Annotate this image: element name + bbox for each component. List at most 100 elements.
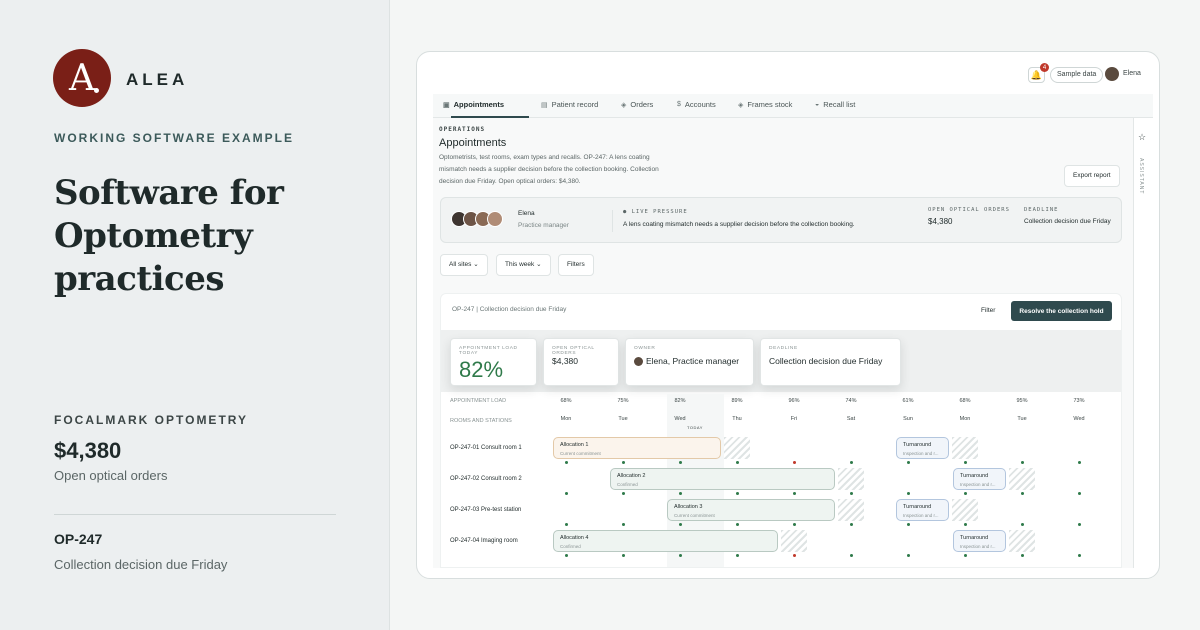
day-label: Tue (1017, 416, 1027, 422)
status-dot (793, 492, 796, 495)
tab-recall-list[interactable]: ◒ Recall list (815, 100, 855, 109)
page-description: Optometrists, test rooms, exam types and… (439, 154, 659, 185)
tab-patient-record[interactable]: ▤ Patient record (541, 100, 598, 109)
box-icon: ◈ (621, 101, 627, 109)
schedule-board: OP-247 | Collection decision due Friday … (440, 293, 1122, 568)
room-row-label: OP-247-02 Consult room 2 (450, 476, 522, 482)
calendar-icon: ▣ (443, 101, 450, 109)
status-dot (679, 554, 682, 557)
status-dot (565, 554, 568, 557)
metric-label: Open optical orders (54, 468, 168, 483)
allocation-bar[interactable]: Allocation 3 Current commitment (667, 499, 835, 521)
turnaround-bar[interactable]: Turnaround Inspection and r... (953, 468, 1006, 490)
status-dot (850, 492, 853, 495)
open-orders-value: $4,380 (928, 217, 953, 226)
day-label: Mon (959, 416, 971, 422)
reference-id: OP-247 (54, 531, 103, 547)
today-marker: TODAY (687, 425, 703, 430)
day-label: Thu (732, 416, 742, 422)
brand-logo: A (53, 49, 111, 107)
company-name: FOCALMARK OPTOMETRY (54, 413, 248, 427)
status-dot (1078, 492, 1081, 495)
status-dot (793, 461, 796, 464)
status-dot (964, 523, 967, 526)
turnaround-bar[interactable]: Turnaround Inspection and r... (896, 437, 949, 459)
status-dot (679, 492, 682, 495)
user-name[interactable]: Elena (1123, 70, 1141, 77)
day-load-pct: 96% (788, 398, 800, 404)
status-dot (736, 523, 739, 526)
day-label: Mon (560, 416, 572, 422)
day-label: Sat (846, 416, 856, 422)
tab-appointments[interactable]: ▣ Appointments (443, 100, 504, 109)
assistant-label: ASSISTANT (1138, 158, 1144, 195)
load-row-label: APPOINTMENT LOAD (450, 398, 507, 404)
sample-data-chip[interactable]: Sample data (1050, 67, 1104, 83)
allocation-bar[interactable]: Allocation 4 Confirmed (553, 530, 778, 552)
dollar-icon: $ (677, 101, 681, 108)
blocked-slot (838, 468, 864, 490)
sites-filter[interactable]: All sites ⌄ (440, 254, 488, 276)
avatar[interactable] (1105, 67, 1119, 81)
tab-orders[interactable]: ◈ Orders (621, 100, 653, 109)
status-dot (793, 523, 796, 526)
status-dot (622, 492, 625, 495)
status-dot (964, 554, 967, 557)
status-dot (907, 554, 910, 557)
section-label: OPERATIONS (439, 126, 486, 133)
status-dot (1078, 523, 1081, 526)
day-load-pct: 68% (959, 398, 971, 404)
tab-frames-stock[interactable]: ◈ Frames stock (738, 100, 792, 109)
brand-name: ALEA (126, 70, 189, 89)
turnaround-bar[interactable]: Turnaround Inspection and r... (953, 530, 1006, 552)
tab-accounts[interactable]: $ Accounts (677, 100, 716, 109)
day-label: Tue (618, 416, 628, 422)
day-load-pct: 95% (1016, 398, 1028, 404)
status-dot (1021, 523, 1024, 526)
day-label: Wed (1073, 416, 1085, 422)
status-dot (622, 461, 625, 464)
inbox-icon: ◒ (815, 101, 820, 108)
export-report-button[interactable]: Export report (1064, 165, 1120, 187)
day-load-pct: 89% (731, 398, 743, 404)
status-dot (565, 461, 568, 464)
status-dot (736, 492, 739, 495)
kpi-card-load: APPOINTMENT LOAD TODAY 82% (450, 338, 537, 386)
turnaround-bar[interactable]: Turnaround Inspection and r... (896, 499, 949, 521)
blocked-slot (1009, 468, 1035, 490)
marketing-panel: A ALEA WORKING SOFTWARE EXAMPLE Software… (0, 0, 390, 630)
divider (612, 210, 613, 232)
blocked-slot (838, 499, 864, 521)
status-dot (850, 523, 853, 526)
day-load-pct: 75% (617, 398, 629, 404)
star-icon[interactable]: ☆ (1138, 132, 1146, 143)
resolve-collection-button[interactable]: Resolve the collection hold (1011, 301, 1112, 321)
day-load-pct: 61% (902, 398, 914, 404)
status-dot (907, 492, 910, 495)
metric-value: $4,380 (54, 438, 122, 463)
document-icon: ▤ (541, 101, 548, 109)
pressure-panel: Elena Practice manager ● LIVE PRESSURE A… (440, 197, 1122, 243)
allocation-bar[interactable]: Allocation 2 Confirmed (610, 468, 835, 490)
status-dot (679, 461, 682, 464)
day-label: Sun (903, 416, 913, 422)
blocked-slot (724, 437, 750, 459)
blocked-slot (952, 499, 978, 521)
filter-link[interactable]: Filter (981, 307, 995, 314)
status-dot (964, 492, 967, 495)
tab-bar: ▣ Appointments ▤ Patient record ◈ Orders $ A… (433, 94, 1153, 118)
day-load-pct: 73% (1073, 398, 1085, 404)
status-dot (736, 554, 739, 557)
blocked-slot (1009, 530, 1035, 552)
filters-button[interactable]: Filters (558, 254, 594, 276)
assistant-rail: ☆ ASSISTANT (1133, 118, 1153, 568)
allocation-bar[interactable]: Allocation 1 Current commitment (553, 437, 721, 459)
status-dot (1078, 461, 1081, 464)
board-title: OP-247 | Collection decision due Friday (452, 306, 567, 313)
status-dot (964, 461, 967, 464)
kpi-card-orders: OPEN OPTICAL ORDERS $4,380 (543, 338, 619, 386)
blocked-slot (781, 530, 807, 552)
status-dot (1021, 492, 1024, 495)
top-bar: 🔔 4 Sample data Elena (417, 52, 1159, 94)
week-filter[interactable]: This week ⌄ (496, 254, 551, 276)
